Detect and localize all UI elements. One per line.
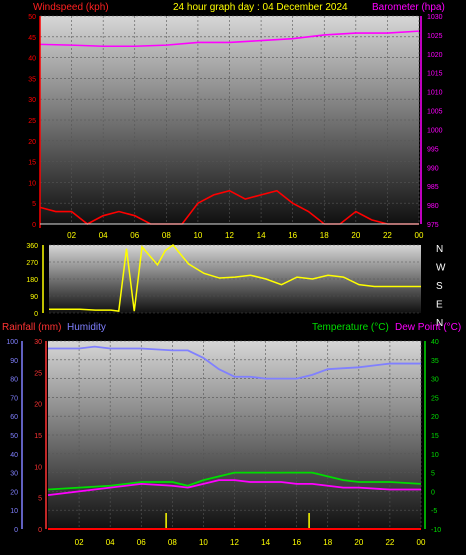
rainfall-tick-label: 15	[34, 433, 42, 440]
direction-degree-label: 270	[26, 260, 38, 267]
hour-tick-label: 16	[288, 231, 297, 240]
hour-tick-label: 14	[261, 538, 270, 547]
temperature-tick-label: 10	[431, 452, 439, 459]
temperature-axis-title: Temperature (°C)	[312, 322, 389, 333]
windspeed-tick-label: 30	[28, 97, 36, 104]
rainfall-tick-label: 5	[38, 496, 42, 503]
humidity-tick-label: 40	[10, 452, 18, 459]
temperature-tick-label: 15	[431, 433, 439, 440]
direction-degree-label: 0	[34, 311, 38, 318]
windspeed-tick-label: 50	[28, 14, 36, 21]
barometer-tick-label: 1010	[427, 90, 443, 97]
compass-point-label: N	[436, 244, 443, 255]
rainfall-axis-title: Rainfall (mm)	[2, 322, 61, 333]
temperature-tick-label: -10	[431, 527, 441, 534]
hour-tick-label: 18	[323, 538, 332, 547]
temperature-tick-label: 0	[431, 489, 435, 496]
hour-tick-label: 06	[130, 231, 139, 240]
direction-degree-label: 90	[30, 294, 38, 301]
hour-tick-label: 12	[230, 538, 239, 547]
temperature-tick-label: 20	[431, 414, 439, 421]
temperature-tick-label: 30	[431, 377, 439, 384]
barometer-tick-label: 980	[427, 203, 439, 210]
barometer-tick-label: 985	[427, 184, 439, 191]
humidity-tick-label: 80	[10, 377, 18, 384]
hour-tick-label: 02	[67, 231, 76, 240]
temperature-tick-label: -5	[431, 508, 437, 515]
humidity-tick-label: 10	[10, 508, 18, 515]
hour-tick-label: 12	[225, 231, 234, 240]
compass-point-label: S	[436, 281, 443, 292]
hour-tick-label: 08	[168, 538, 177, 547]
humidity-tick-label: 20	[10, 489, 18, 496]
hour-tick-label: 00	[415, 231, 424, 240]
barometer-tick-label: 995	[427, 146, 439, 153]
temperature-tick-label: 5	[431, 471, 435, 478]
rainfall-tick-label: 30	[34, 339, 42, 346]
temperature-tick-label: 35	[431, 358, 439, 365]
windspeed-axis-title: Windspeed (kph)	[33, 2, 109, 13]
humidity-tick-label: 70	[10, 395, 18, 402]
rainfall-tick-label: 10	[34, 464, 42, 471]
windspeed-tick-label: 0	[32, 222, 36, 229]
hour-tick-label: 08	[162, 231, 171, 240]
windspeed-tick-label: 25	[28, 118, 36, 125]
rainfall-tick-label: 20	[34, 402, 42, 409]
hour-tick-label: 16	[292, 538, 301, 547]
barometer-tick-label: 1015	[427, 71, 443, 78]
humidity-tick-label: 90	[10, 358, 18, 365]
windspeed-tick-label: 15	[28, 160, 36, 167]
barometer-tick-label: 1030	[427, 14, 443, 21]
compass-point-label: W	[436, 263, 446, 274]
hour-tick-label: 20	[351, 231, 360, 240]
graph-title: 24 hour graph day : 04 December 2024	[173, 2, 348, 13]
hour-tick-label: 06	[137, 538, 146, 547]
hour-tick-label: 00	[417, 538, 426, 547]
direction-degree-label: 180	[26, 277, 38, 284]
hour-tick-label: 18	[320, 231, 329, 240]
barometer-tick-label: 1020	[427, 52, 443, 59]
barometer-tick-label: 1025	[427, 33, 443, 40]
rainfall-tick-label: 0	[38, 527, 42, 534]
hour-tick-label: 22	[385, 538, 394, 547]
windspeed-tick-label: 35	[28, 76, 36, 83]
hour-tick-label: 20	[354, 538, 363, 547]
barometer-tick-label: 1005	[427, 109, 443, 116]
hour-tick-label: 22	[383, 231, 392, 240]
dewpoint-axis-title: Dew Point (°C)	[395, 322, 461, 333]
hour-tick-label: 14	[257, 231, 266, 240]
barometer-tick-label: 990	[427, 165, 439, 172]
hour-tick-label: 02	[75, 538, 84, 547]
windspeed-tick-label: 45	[28, 35, 36, 42]
humidity-tick-label: 0	[14, 527, 18, 534]
humidity-tick-label: 100	[6, 339, 18, 346]
temperature-tick-label: 40	[431, 339, 439, 346]
temperature-tick-label: 25	[431, 395, 439, 402]
windspeed-tick-label: 40	[28, 56, 36, 63]
humidity-axis-title: Humidity	[67, 322, 106, 333]
windspeed-tick-label: 5	[32, 201, 36, 208]
humidity-tick-label: 60	[10, 414, 18, 421]
direction-degree-label: 360	[26, 243, 38, 250]
windspeed-tick-label: 10	[28, 180, 36, 187]
weather-graph-svg: Windspeed (kph) 24 hour graph day : 04 D…	[2, 2, 461, 547]
hour-tick-label: 04	[99, 231, 108, 240]
barometer-tick-label: 1000	[427, 127, 443, 134]
rainfall-tick-label: 25	[34, 370, 42, 377]
barometer-axis-title: Barometer (hpa)	[372, 2, 445, 13]
humidity-tick-label: 50	[10, 433, 18, 440]
hour-tick-label: 10	[199, 538, 208, 547]
hour-tick-label: 04	[106, 538, 115, 547]
compass-point-label: E	[436, 300, 443, 311]
humidity-tick-label: 30	[10, 471, 18, 478]
windspeed-tick-label: 20	[28, 139, 36, 146]
hour-tick-label: 10	[193, 231, 202, 240]
barometer-tick-label: 975	[427, 222, 439, 229]
